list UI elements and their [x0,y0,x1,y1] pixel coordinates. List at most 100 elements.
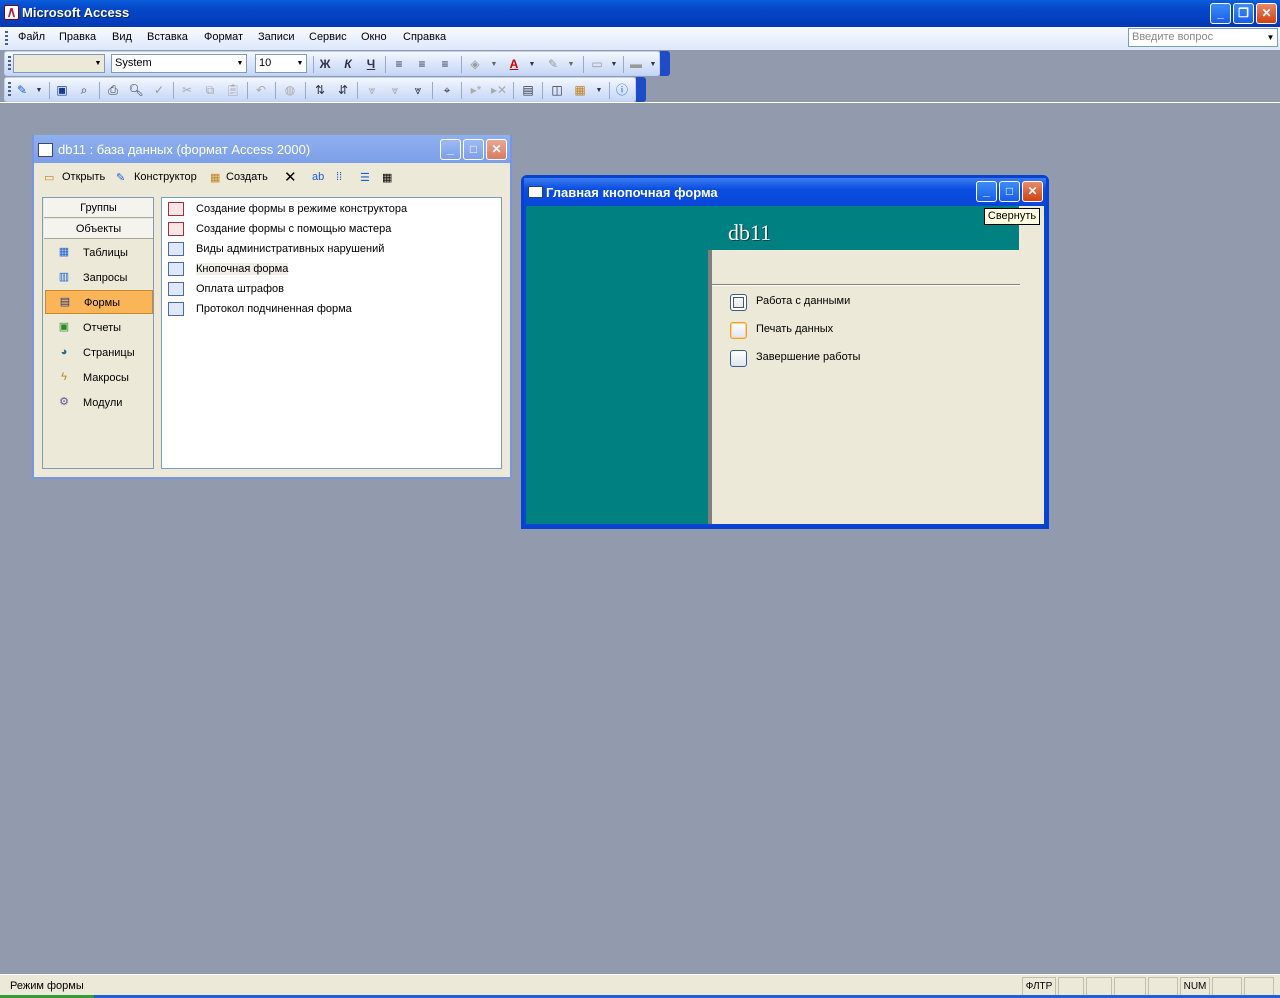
menu-format[interactable]: Формат [204,31,243,43]
line-width-icon[interactable]: ▬ [627,56,645,73]
new-record-icon[interactable]: ▸* [467,82,485,99]
find-icon[interactable]: ⌖ [438,82,456,99]
list-view-icon[interactable]: ☰ [360,171,370,184]
switchboard-window[interactable]: Главная кнопочная форма _ □ ✕ db11 Работ… [521,175,1049,529]
print-preview-icon[interactable]: 🔍︎ [127,82,145,99]
cut-icon[interactable]: ✂ [178,82,196,99]
large-icons-icon[interactable]: ab [312,171,324,183]
sort-descending-icon[interactable]: ⇵ [334,82,352,99]
menu-insert[interactable]: Вставка [147,31,188,43]
db-minimize-button[interactable]: _ [440,139,461,160]
db-close-button[interactable]: ✕ [486,139,507,160]
menubar-grip[interactable] [5,31,8,46]
copy-icon[interactable]: ⧉ [201,82,219,99]
print-data-button[interactable] [730,322,747,339]
align-left-icon[interactable]: ≡ [390,56,408,73]
object-queries[interactable]: ▥ Запросы [45,266,153,290]
object-macros[interactable]: ϟ Макросы [45,366,153,390]
list-item-create-wizard[interactable]: Создание формы с помощью мастера [166,219,391,239]
list-item-form[interactable]: Оплата штрафов [166,279,284,299]
bold-button[interactable]: Ж [316,56,334,73]
help-icon[interactable]: ⓘ [613,82,631,99]
menu-view[interactable]: Вид [112,31,132,43]
object-forms[interactable]: ▤ Формы [45,290,153,314]
menu-edit[interactable]: Правка [59,31,96,43]
sw-maximize-button[interactable]: □ [999,181,1020,202]
toolbar-options-button[interactable] [660,51,670,76]
new-object-icon[interactable]: ▦ [571,82,589,99]
toolbar-grip[interactable] [8,56,11,71]
chevron-down-icon[interactable]: ▼ [605,56,623,73]
chevron-down-icon[interactable]: ▼ [523,56,541,73]
hyperlink-icon[interactable]: ◍ [281,82,299,99]
toolbar-options-button[interactable] [636,77,646,102]
open-button[interactable]: Открыть [62,171,105,183]
app-titlebar[interactable]: Microsoft Access _ ❐ ✕ [0,0,1280,27]
toolbar-grip[interactable] [8,82,11,97]
sort-ascending-icon[interactable]: ⇅ [311,82,329,99]
italic-button[interactable]: К [339,56,357,73]
menu-window[interactable]: Окно [361,31,387,43]
spelling-icon[interactable]: ✓ [150,82,168,99]
align-right-icon[interactable]: ≡ [436,56,454,73]
file-search-icon[interactable]: ⌕ [75,82,93,99]
apply-filter-icon[interactable]: ⩔ [409,82,427,99]
groups-header[interactable]: Группы [44,198,153,218]
access-app-icon[interactable] [4,5,19,20]
database-window-icon[interactable]: ◫ [548,82,566,99]
properties-icon[interactable]: ▤ [519,82,537,99]
menu-file[interactable]: Файл [18,31,45,43]
menu-tools[interactable]: Сервис [309,31,347,43]
underline-button[interactable]: Ч [362,56,380,73]
view-design-icon[interactable]: ✎ [13,82,31,99]
chevron-down-icon[interactable]: ▼ [485,56,503,73]
paste-icon[interactable]: 📋︎ [224,82,242,99]
sw-minimize-button[interactable]: _ [976,181,997,202]
db-maximize-button[interactable]: □ [463,139,484,160]
switchboard-titlebar[interactable]: Главная кнопочная форма _ □ ✕ [524,178,1046,206]
small-icons-icon[interactable]: ⁞⁞ [336,171,342,183]
chevron-down-icon[interactable]: ▼ [590,82,608,99]
save-icon[interactable]: ▣ [53,82,71,99]
menu-records[interactable]: Записи [258,31,295,43]
chevron-down-icon[interactable]: ▼ [562,56,580,73]
design-button[interactable]: Конструктор [134,171,197,183]
filter-by-selection-icon[interactable]: ⩔ [363,82,381,99]
delete-icon[interactable]: ✕ [284,168,297,186]
filter-by-form-icon[interactable]: ⩔ [386,82,404,99]
font-combo[interactable]: System ▼ [111,54,247,73]
objects-header[interactable]: Объекты [44,219,153,239]
list-item-create-design[interactable]: Создание формы в режиме конструктора [166,199,407,219]
ask-dropdown-icon[interactable]: ▼ [1264,29,1277,46]
undo-icon[interactable]: ↶ [252,82,270,99]
align-center-icon[interactable]: ≡ [413,56,431,73]
close-button[interactable]: ✕ [1256,3,1277,24]
details-view-icon[interactable]: ▦ [382,171,392,184]
print-icon[interactable]: ⎙ [104,82,122,99]
font-size-combo[interactable]: 10 ▼ [255,54,307,73]
object-modules[interactable]: ⚙ Модули [45,391,153,415]
object-reports[interactable]: ▣ Отчеты [45,316,153,340]
chevron-down-icon[interactable]: ▼ [30,82,48,99]
border-icon[interactable]: ▭ [588,56,606,73]
database-icon[interactable] [38,143,53,157]
object-combo[interactable]: ▼ [13,54,105,73]
sw-close-button[interactable]: ✕ [1022,181,1043,202]
form-icon[interactable] [528,186,543,198]
ask-question-input[interactable]: Введите вопрос [1128,28,1278,47]
exit-button[interactable] [730,350,747,367]
object-tables[interactable]: ▦ Таблицы [45,241,153,265]
fill-color-icon[interactable]: ◈ [466,56,484,73]
database-window-titlebar[interactable]: db11 : база данных (формат Access 2000) … [34,135,510,163]
line-color-icon[interactable]: ✎ [544,56,562,73]
list-item-form[interactable]: Виды административных нарушений [166,239,384,259]
font-color-icon[interactable]: A [505,56,523,73]
create-button[interactable]: Создать [226,171,268,183]
list-item-form[interactable]: Протокол подчиненная форма [166,299,352,319]
delete-record-icon[interactable]: ▸✕ [490,82,508,99]
menu-help[interactable]: Справка [403,31,446,43]
object-pages[interactable]: ◕ Страницы [45,341,153,365]
restore-button[interactable]: ❐ [1233,3,1254,24]
work-with-data-button[interactable] [730,294,747,311]
database-window[interactable]: db11 : база данных (формат Access 2000) … [32,135,512,479]
